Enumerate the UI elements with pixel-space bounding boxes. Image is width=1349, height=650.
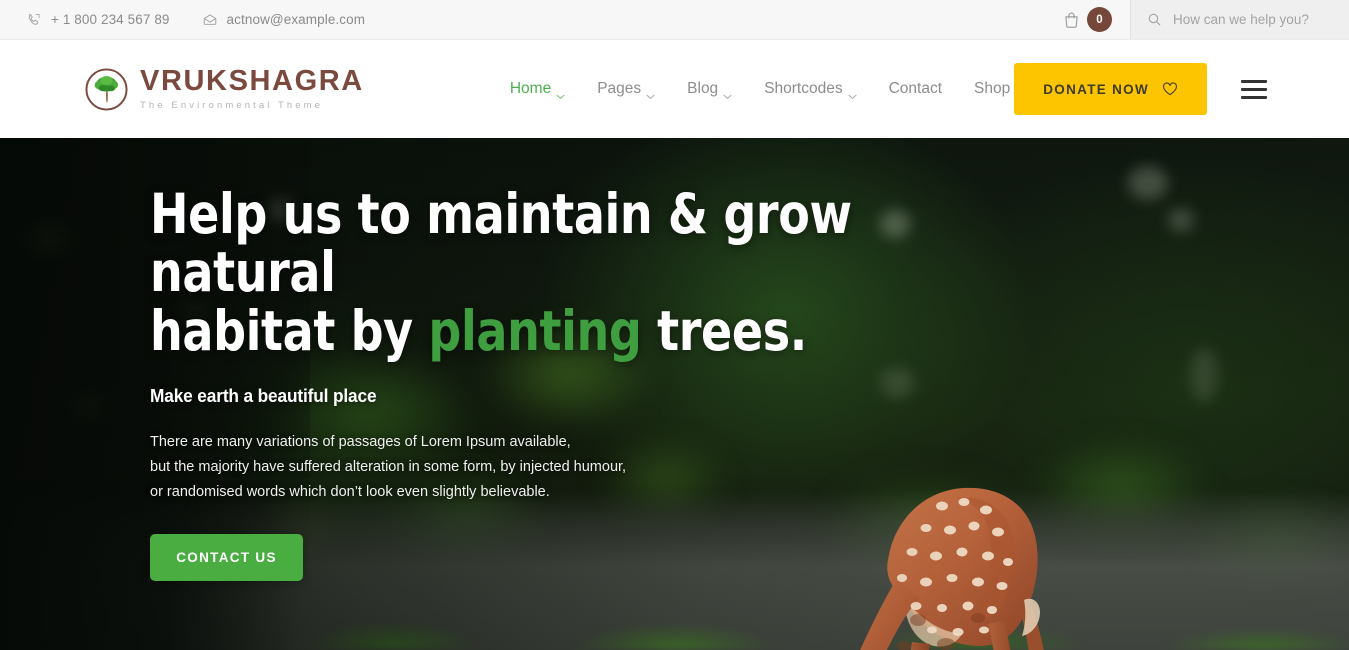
main-navigation: Home Pages Blog Shortcodes Contact Shop [509, 80, 1010, 99]
donate-label: DONATE NOW [1043, 81, 1149, 97]
cart-button[interactable]: 0 [1049, 0, 1130, 39]
chevron-down-icon [848, 86, 857, 99]
hero-description-line-1: There are many variations of passages of… [150, 433, 571, 450]
hero-heading-line1: Help us to maintain & grow natural [150, 182, 852, 305]
nav-label: Pages [597, 80, 642, 97]
chevron-down-icon [646, 86, 655, 99]
search-icon [1147, 12, 1162, 27]
email-link[interactable]: actnow@example.com [202, 12, 366, 28]
hero-description-line-2: but the majority have suffered alteratio… [150, 458, 627, 475]
hero-section: Help us to maintain & grow natural habit… [0, 138, 1349, 650]
hero-heading-line2-post: trees. [641, 298, 807, 363]
hero-heading-line2-pre: habitat by [150, 298, 429, 363]
logo-subtitle: The Environmental Theme [140, 100, 324, 112]
hero-subtitle: Make earth a beautiful place [150, 385, 377, 406]
donate-now-button[interactable]: DONATE NOW [1014, 63, 1207, 115]
nav-label: Shortcodes [764, 80, 843, 97]
hero-heading: Help us to maintain & grow natural habit… [150, 185, 922, 360]
hero-heading-highlight: planting [428, 298, 642, 363]
header-actions: DONATE NOW [1014, 63, 1323, 115]
email-address: actnow@example.com [226, 12, 366, 27]
nav-item-contact[interactable]: Contact [889, 80, 942, 98]
search-input[interactable] [1173, 12, 1333, 27]
logo-title: VRUKSHAGRA [140, 65, 364, 98]
nav-item-blog[interactable]: Blog [687, 80, 732, 99]
site-header: VRUKSHAGRA The Environmental Theme Home … [0, 40, 1349, 138]
nav-label: Contact [888, 80, 943, 97]
phone-icon [26, 12, 42, 28]
chevron-down-icon [723, 86, 732, 99]
cart-count-badge: 0 [1087, 7, 1112, 32]
hero-content: Help us to maintain & grow natural habit… [150, 138, 980, 650]
nav-item-shortcodes[interactable]: Shortcodes [764, 80, 857, 99]
nav-item-home[interactable]: Home [509, 80, 565, 99]
nav-label: Home [509, 80, 552, 97]
chevron-down-icon [556, 86, 565, 99]
shopping-bag-icon [1063, 11, 1080, 29]
search-box[interactable] [1130, 0, 1349, 39]
phone-link[interactable]: + 1 800 234 567 89 [26, 12, 170, 28]
tree-in-circle-icon [84, 67, 129, 112]
top-bar-actions: 0 [1049, 0, 1349, 39]
hamburger-bar [1241, 87, 1267, 91]
site-logo[interactable]: VRUKSHAGRA The Environmental Theme [84, 67, 364, 112]
hero-description-line-3: or randomised words which don’t look eve… [150, 483, 550, 500]
top-bar-contacts: + 1 800 234 567 89 actnow@example.com [0, 12, 365, 28]
top-bar: + 1 800 234 567 89 actnow@example.com 0 [0, 0, 1349, 40]
hamburger-bar [1241, 95, 1267, 99]
nav-item-pages[interactable]: Pages [597, 80, 655, 99]
heart-icon [1162, 81, 1178, 97]
envelope-icon [202, 12, 218, 28]
hamburger-bar [1241, 79, 1267, 83]
phone-number: + 1 800 234 567 89 [51, 12, 170, 27]
hamburger-menu-icon[interactable] [1241, 79, 1267, 99]
nav-label: Shop [974, 80, 1011, 97]
hero-description: There are many variations of passages of… [150, 430, 980, 505]
nav-label: Blog [687, 80, 719, 97]
nav-item-shop[interactable]: Shop [974, 80, 1010, 98]
logo-text-block: VRUKSHAGRA The Environmental Theme [140, 67, 364, 111]
contact-us-button[interactable]: CONTACT US [150, 533, 303, 581]
